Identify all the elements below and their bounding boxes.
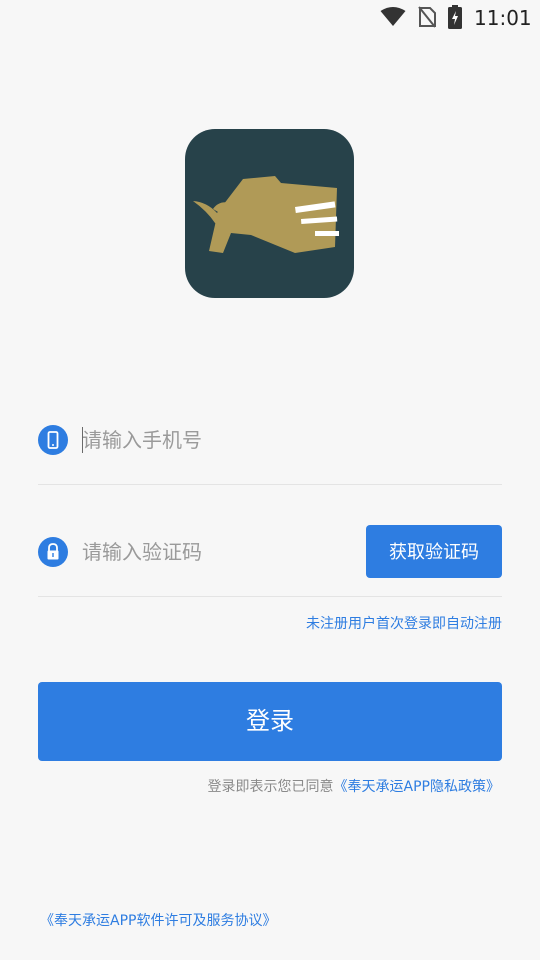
agreement-line: 登录即表示您已同意《奉天承运APP隐私政策》 <box>208 776 500 796</box>
get-code-button[interactable]: 获取验证码 <box>366 525 502 578</box>
app-logo <box>185 129 354 298</box>
status-bar: 11:01 <box>0 0 540 36</box>
auto-register-note: 未注册用户首次登录即自动注册 <box>306 616 502 632</box>
rhino-logo-icon <box>185 129 354 298</box>
wifi-icon <box>380 7 406 26</box>
battery-charging-icon <box>448 5 462 29</box>
no-sim-icon <box>418 6 436 28</box>
phone-field-row <box>38 425 502 455</box>
lock-icon <box>38 537 68 567</box>
text-cursor <box>82 427 83 453</box>
code-divider <box>38 596 502 597</box>
code-input[interactable] <box>82 537 352 567</box>
phone-divider <box>38 484 502 485</box>
phone-icon <box>38 425 68 455</box>
agreement-prefix: 登录即表示您已同意 <box>207 779 334 795</box>
status-time: 11:01 <box>474 6 532 30</box>
license-agreement-link[interactable]: 《奉天承运APP软件许可及服务协议》 <box>40 910 276 930</box>
login-button[interactable]: 登录 <box>38 682 502 761</box>
privacy-policy-link[interactable]: 《奉天承运APP隐私政策》 <box>334 779 500 795</box>
phone-input[interactable] <box>82 425 482 455</box>
